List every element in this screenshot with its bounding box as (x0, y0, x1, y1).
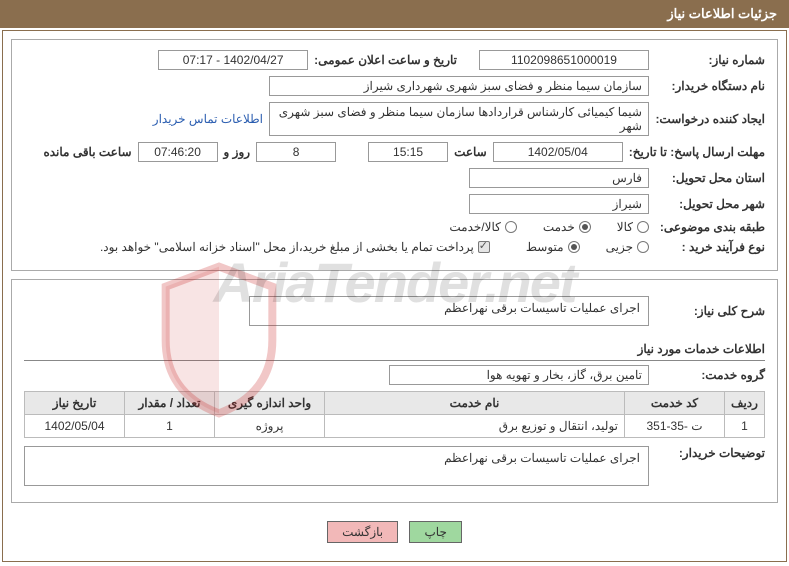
days-field: 8 (256, 142, 336, 162)
radio-minor[interactable] (637, 241, 649, 253)
cell-unit: پروژه (215, 415, 325, 438)
summary-label: شرح کلی نیاز: (655, 304, 765, 318)
buttons-bar: چاپ بازگشت (11, 511, 778, 553)
cat-service-label: خدمت (543, 220, 575, 234)
cell-code: ت -35-351 (625, 415, 725, 438)
buyer-field: سازمان سیما منظر و فضای سبز شهری شهرداری… (269, 76, 649, 96)
page-title: جزئیات اطلاعات نیاز (0, 0, 789, 28)
cell-name: تولید، انتقال و توزیع برق (325, 415, 625, 438)
deadline-label: مهلت ارسال پاسخ: تا تاریخ: (629, 145, 765, 159)
province-label: استان محل تحویل: (655, 171, 765, 185)
time-label: ساعت (454, 145, 487, 159)
summary-field: اجرای عملیات تاسیسات برقی نهراعظم (249, 296, 649, 326)
need-no-field: 1102098651000019 (479, 50, 649, 70)
radio-goods[interactable] (637, 221, 649, 233)
radio-goods-service[interactable] (505, 221, 517, 233)
buyer-contact-link[interactable]: اطلاعات تماس خریدار (153, 112, 263, 126)
th-qty: تعداد / مقدار (125, 392, 215, 415)
panel-need-details: شرح کلی نیاز: اجرای عملیات تاسیسات برقی … (11, 279, 778, 503)
city-field: شیراز (469, 194, 649, 214)
requester-field: شیما کیمیائی کارشناس قراردادها سازمان سی… (269, 102, 649, 136)
th-date: تاریخ نیاز (25, 392, 125, 415)
announce-label: تاریخ و ساعت اعلان عمومی: (314, 53, 457, 67)
buyer-label: نام دستگاه خریدار: (655, 79, 765, 93)
th-name: نام خدمت (325, 392, 625, 415)
panel-general-info: شماره نیاز: 1102098651000019 تاریخ و ساع… (11, 39, 778, 271)
deadline-time-field: 15:15 (368, 142, 448, 162)
buyer-desc-field: اجرای عملیات تاسیسات برقی نهراعظم (24, 446, 649, 486)
announce-field: 1402/04/27 - 07:17 (158, 50, 308, 70)
print-button[interactable]: چاپ (409, 521, 461, 543)
services-table: ردیف کد خدمت نام خدمت واحد اندازه گیری ت… (24, 391, 765, 438)
cell-qty: 1 (125, 415, 215, 438)
category-label: طبقه بندی موضوعی: (655, 220, 765, 234)
remaining-label: ساعت باقی مانده (43, 145, 131, 159)
payment-note: پرداخت تمام یا بخشی از مبلغ خرید،از محل … (100, 240, 474, 254)
group-label: گروه خدمت: (655, 368, 765, 382)
requester-label: ایجاد کننده درخواست: (655, 112, 765, 126)
days-label: روز و (224, 145, 251, 159)
buyer-desc-label: توضیحات خریدار: (655, 446, 765, 460)
proc-minor-label: جزیی (606, 240, 633, 254)
cat-goods-label: کالا (617, 220, 633, 234)
proc-medium-label: متوسط (526, 240, 564, 254)
services-title: اطلاعات خدمات مورد نیاز (24, 338, 765, 361)
radio-service[interactable] (579, 221, 591, 233)
cat-goods-service-label: کالا/خدمت (449, 220, 500, 234)
deadline-date-field: 1402/05/04 (493, 142, 623, 162)
city-label: شهر محل تحویل: (655, 197, 765, 211)
radio-medium[interactable] (568, 241, 580, 253)
outer-frame: شماره نیاز: 1102098651000019 تاریخ و ساع… (2, 30, 787, 562)
need-no-label: شماره نیاز: (655, 53, 765, 67)
cell-idx: 1 (725, 415, 765, 438)
back-button[interactable]: بازگشت (327, 521, 398, 543)
remaining-time-field: 07:46:20 (138, 142, 218, 162)
table-header-row: ردیف کد خدمت نام خدمت واحد اندازه گیری ت… (25, 392, 765, 415)
table-row: 1 ت -35-351 تولید، انتقال و توزیع برق پر… (25, 415, 765, 438)
province-field: فارس (469, 168, 649, 188)
cell-date: 1402/05/04 (25, 415, 125, 438)
th-unit: واحد اندازه گیری (215, 392, 325, 415)
group-field: تامین برق، گاز، بخار و تهویه هوا (389, 365, 649, 385)
th-code: کد خدمت (625, 392, 725, 415)
process-label: نوع فرآیند خرید : (655, 240, 765, 254)
checkbox-treasury[interactable] (478, 241, 490, 253)
th-idx: ردیف (725, 392, 765, 415)
